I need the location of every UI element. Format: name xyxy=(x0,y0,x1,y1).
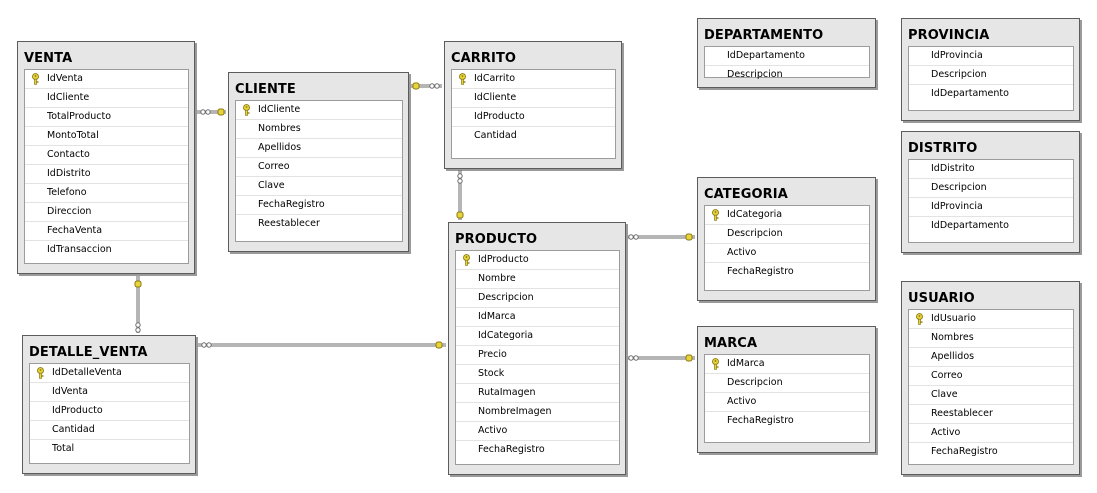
relationship-venta-cliente[interactable] xyxy=(197,108,226,116)
relationship-layer xyxy=(134,82,695,362)
relationship-producto-marca[interactable] xyxy=(628,354,695,362)
relationship-carrito-producto[interactable] xyxy=(456,170,464,220)
relationship-producto-categoria[interactable] xyxy=(628,233,695,241)
relationship-carrito-cliente[interactable] xyxy=(411,82,442,90)
relationship-detalle-venta-producto[interactable] xyxy=(198,341,446,349)
relationship-detalle-venta-venta[interactable] xyxy=(134,276,142,333)
